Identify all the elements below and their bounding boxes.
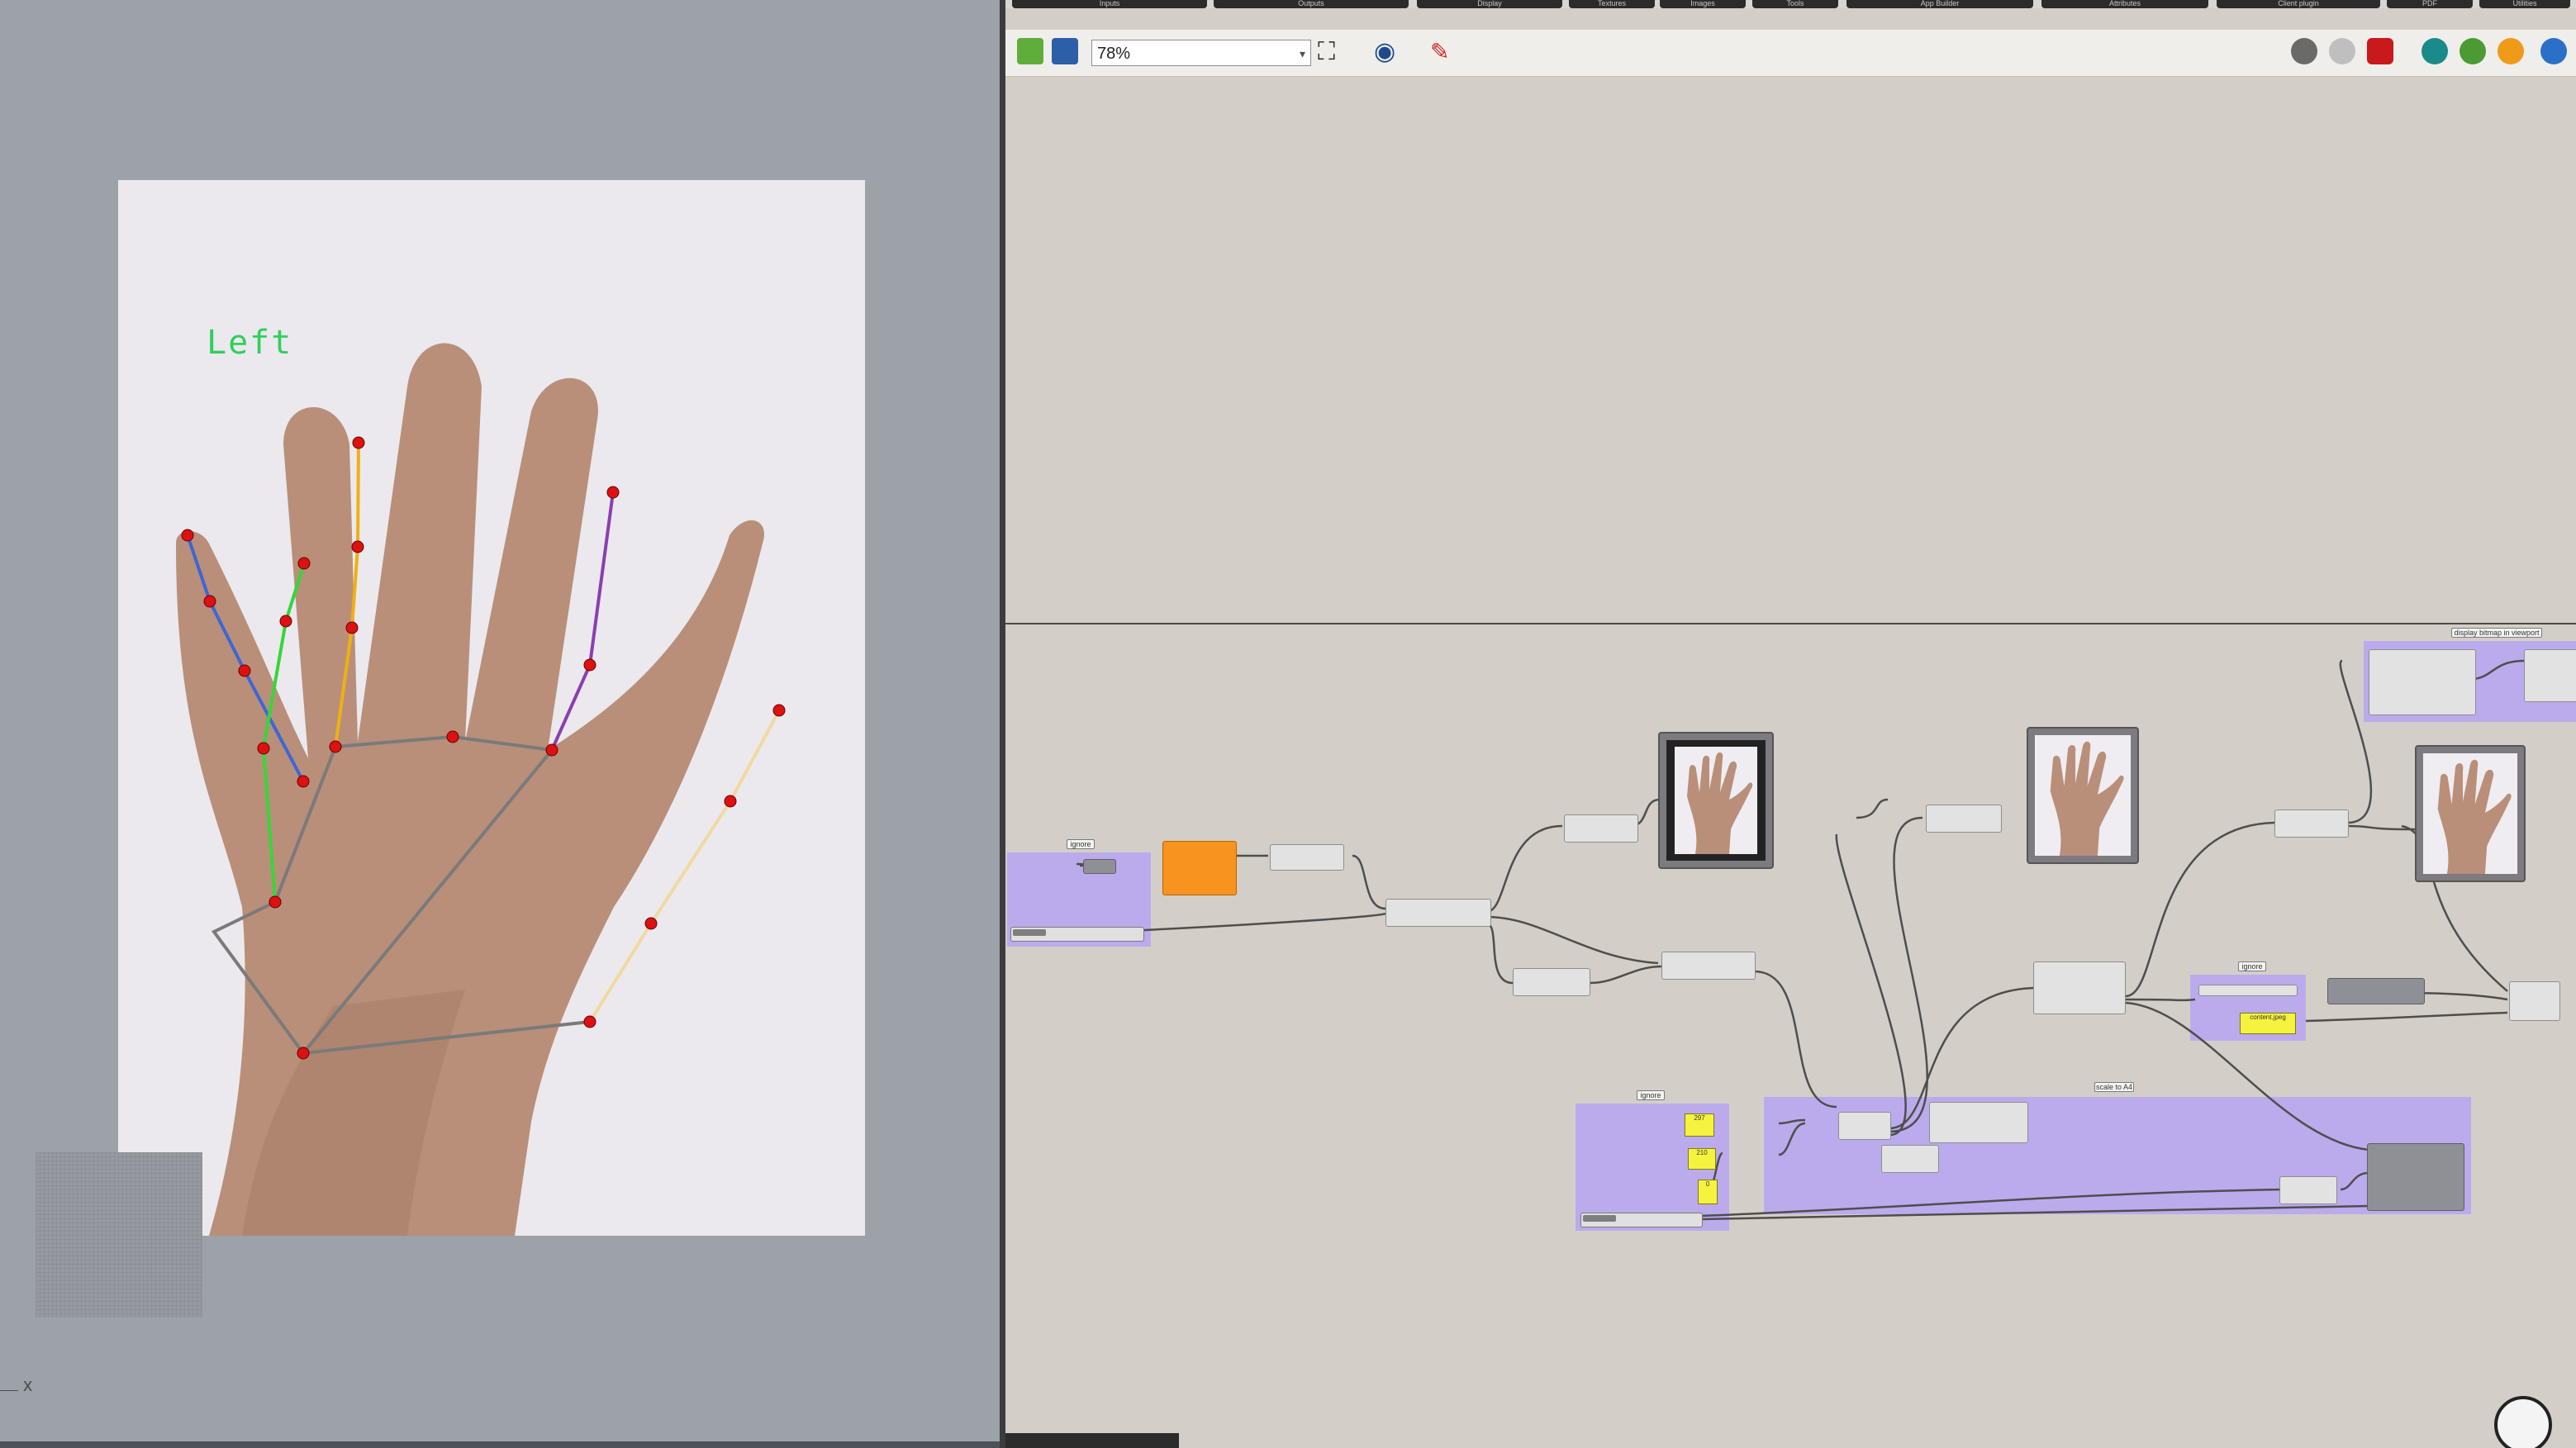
image-preview-3[interactable]: [2415, 745, 2526, 882]
component-a[interactable]: [1270, 844, 1344, 871]
component-i[interactable]: [2327, 978, 2425, 1004]
wire-layer: [1076, 659, 2525, 1221]
component-g[interactable]: [2033, 961, 2126, 1014]
group-tag-scale: scale to A4: [2094, 1082, 2134, 1092]
param-file-path[interactable]: [1083, 859, 1116, 874]
pane-divider[interactable]: [1000, 0, 1005, 1448]
component-p[interactable]: [2279, 1176, 2337, 1204]
axis-indicator: x: [0, 1374, 32, 1396]
viewport-grid: [36, 1152, 202, 1317]
component-r[interactable]: [2198, 985, 2298, 996]
component-k[interactable]: [2369, 649, 2476, 715]
canvas-status-icons: [1005, 1433, 1179, 1448]
component-f[interactable]: [1926, 805, 2002, 833]
axis-x-label: x: [23, 1374, 33, 1395]
number-slider-bottom[interactable]: [1580, 1213, 1703, 1227]
group-tag-bottom: ignore: [1637, 1090, 1665, 1100]
group-tag-left: ignore: [1067, 839, 1095, 849]
component-b[interactable]: [1385, 899, 1491, 927]
component-e[interactable]: [1661, 952, 1756, 980]
image-preview-1[interactable]: [1658, 732, 1774, 869]
rhino-viewport[interactable]: Left x: [0, 0, 1001, 1448]
image-preview-2[interactable]: [2027, 727, 2139, 864]
component-h[interactable]: [2274, 809, 2349, 838]
group-tag-right: ignore: [2238, 961, 2266, 971]
component-o[interactable]: [1929, 1102, 2028, 1143]
component-m[interactable]: [1838, 1112, 1891, 1140]
component-c[interactable]: [1564, 814, 1638, 843]
panel-0[interactable]: 0: [1698, 1180, 1718, 1204]
component-q[interactable]: [2367, 1143, 2464, 1211]
viewport-status-strip: [0, 1441, 1001, 1448]
grasshopper-editor[interactable]: Inputs Outputs Display Textures Images T…: [1005, 0, 2576, 1448]
component-d[interactable]: [1513, 968, 1590, 996]
hand-detection-component[interactable]: [1162, 841, 1237, 895]
component-n[interactable]: [1881, 1145, 1939, 1173]
panel-content-file[interactable]: content.jpeg: [2240, 1013, 2296, 1034]
panel-297[interactable]: 297: [1685, 1113, 1714, 1137]
component-l[interactable]: [2524, 649, 2576, 702]
panel-210[interactable]: 210: [1688, 1148, 1716, 1170]
canvas-navigation-knob[interactable]: [2494, 1396, 2552, 1448]
group-tag-display-bitmap: display bitmap in viewport: [2451, 628, 2542, 638]
component-j[interactable]: [2509, 981, 2560, 1021]
handedness-label: Left: [207, 324, 293, 362]
number-slider-left[interactable]: [1010, 927, 1144, 942]
